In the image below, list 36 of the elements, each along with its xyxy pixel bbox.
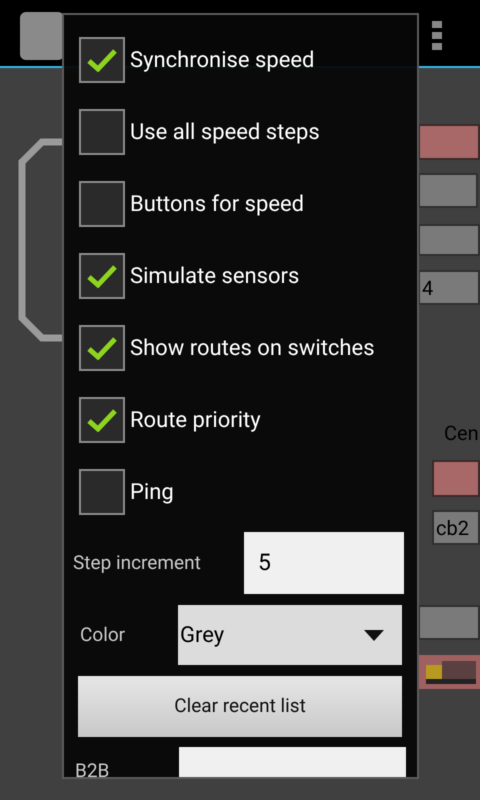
checkmark-icon bbox=[87, 336, 117, 360]
option-label: Show routes on switches bbox=[130, 334, 375, 362]
checkbox[interactable] bbox=[79, 37, 125, 83]
option-label: Route priority bbox=[130, 406, 261, 434]
checkmark-icon bbox=[87, 48, 117, 72]
block-label: Cen bbox=[444, 420, 480, 444]
track-block bbox=[418, 173, 478, 208]
color-dropdown[interactable]: Grey bbox=[178, 605, 402, 665]
checkmark-icon bbox=[87, 264, 117, 288]
checkbox[interactable] bbox=[79, 469, 125, 515]
dropdown-caret-icon bbox=[364, 630, 384, 640]
checkmark-icon bbox=[87, 408, 117, 432]
checkbox[interactable] bbox=[79, 253, 125, 299]
step-increment-label: Step increment bbox=[72, 550, 202, 576]
track-block bbox=[418, 224, 480, 256]
option-label: Simulate sensors bbox=[130, 262, 300, 290]
checkbox[interactable] bbox=[79, 325, 125, 371]
track-block bbox=[432, 460, 480, 497]
option-label: Buttons for speed bbox=[130, 190, 304, 218]
track-block bbox=[418, 605, 480, 640]
b2b-label: B2B bbox=[74, 758, 110, 777]
overflow-menu-icon[interactable] bbox=[432, 21, 442, 51]
block-label: 4 bbox=[422, 274, 434, 302]
track-block bbox=[418, 124, 480, 160]
locomotive-icon bbox=[426, 659, 476, 685]
checkbox[interactable] bbox=[79, 181, 125, 227]
option-label: Synchronise speed bbox=[130, 46, 314, 74]
block-label: cb2 bbox=[436, 514, 469, 542]
checkbox[interactable] bbox=[79, 109, 125, 155]
option-label: Ping bbox=[130, 478, 174, 506]
step-increment-field[interactable]: 5 bbox=[244, 532, 404, 594]
option-label: Use all speed steps bbox=[130, 118, 320, 146]
checkbox[interactable] bbox=[79, 397, 125, 443]
b2b-field[interactable] bbox=[179, 747, 406, 777]
clear-recent-list-button[interactable]: Clear recent list bbox=[78, 676, 402, 737]
color-label: Color bbox=[79, 622, 126, 648]
